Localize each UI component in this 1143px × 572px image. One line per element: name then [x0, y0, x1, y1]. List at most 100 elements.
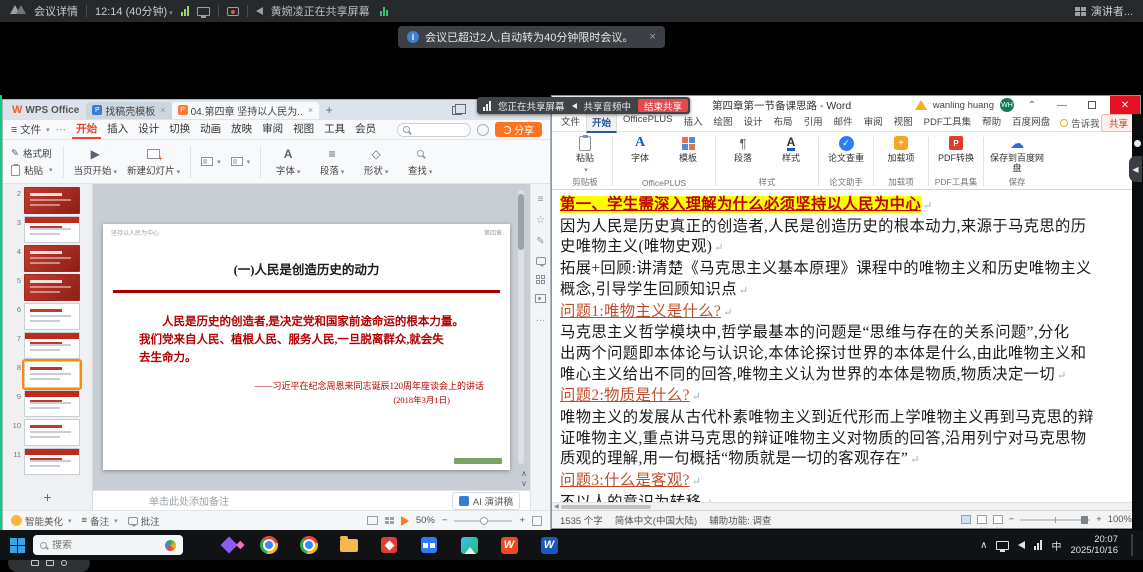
photos-icon[interactable] [455, 531, 483, 559]
volume-icon[interactable] [1018, 541, 1025, 549]
save-to-baidu-button[interactable]: ☁保存到百度网盘 [989, 134, 1045, 173]
wps-menu-item[interactable]: 放映 [227, 120, 256, 139]
wps-menu-item[interactable]: 审阅 [258, 120, 287, 139]
ai-sparkle-icon[interactable] [215, 531, 243, 559]
image-icon[interactable] [535, 294, 546, 303]
tab-close-icon[interactable]: × [160, 105, 165, 115]
zoom-slider[interactable] [1020, 519, 1090, 521]
layout-view-icon[interactable] [1075, 7, 1086, 16]
warning-icon[interactable] [915, 100, 927, 110]
wps-icon[interactable] [495, 531, 523, 559]
tab-close-icon[interactable]: × [308, 105, 313, 115]
slide-thumbnail[interactable]: 11 [5, 448, 90, 475]
wps-menu-item[interactable]: 工具 [320, 120, 349, 139]
account-name[interactable]: wanling huang [933, 100, 994, 111]
accessibility-status[interactable]: 辅助功能: 调查 [709, 513, 771, 527]
account-icon[interactable] [477, 124, 489, 136]
word-icon[interactable] [535, 531, 563, 559]
scroll-dot-icon[interactable] [1134, 140, 1141, 147]
format-painter-button[interactable]: ✎格式刷 [11, 146, 53, 160]
next-slide-button[interactable]: ∨ [521, 479, 527, 488]
word-ribbon-tab[interactable]: 设计 [739, 112, 768, 133]
slide-thumbnail[interactable]: 8 [5, 361, 90, 388]
fit-slide-icon[interactable] [532, 516, 542, 526]
view-mode-button[interactable]: 演讲者... [1091, 3, 1133, 19]
notes-toggle-button[interactable]: ≡ 备注▾ [82, 514, 118, 528]
slide-thumbnail[interactable]: 10 [5, 419, 90, 446]
font-button[interactable]: A字体▾ [271, 146, 305, 177]
search-highlights-icon[interactable] [165, 540, 176, 551]
word-ribbon-tab[interactable]: 视图 [889, 112, 918, 133]
addins-button[interactable]: +加载项 [879, 134, 923, 164]
scrollbar-thumb[interactable] [561, 505, 651, 509]
zoom-in-button[interactable]: + [1096, 514, 1102, 525]
input-method-indicator[interactable]: 中 [1051, 538, 1061, 553]
audio-sharing-label[interactable]: 共享音频中 [584, 99, 632, 113]
close-button[interactable]: ✕ [1110, 96, 1140, 114]
toast-close-icon[interactable]: × [649, 31, 655, 43]
horizontal-scrollbar[interactable]: ◀ [552, 502, 1140, 510]
slide-thumbnail[interactable]: 9 [5, 390, 90, 417]
wps-menu-item[interactable]: 切换 [165, 120, 194, 139]
avatar[interactable]: WH [1000, 98, 1014, 112]
chrome-icon-2[interactable] [295, 531, 323, 559]
network-signal-icon[interactable] [181, 6, 189, 16]
share-screen-icon[interactable] [197, 7, 210, 16]
chrome-icon[interactable] [255, 531, 283, 559]
wps-menu-item[interactable]: 设计 [134, 120, 163, 139]
zoom-level[interactable]: 100% [1108, 514, 1132, 525]
word-ribbon-tab[interactable]: 文件 [556, 112, 585, 133]
zoom-out-button[interactable]: − [442, 515, 448, 526]
slideshow-play-icon[interactable] [401, 516, 409, 526]
meeting-logo-icon[interactable] [10, 5, 26, 17]
slide-thumbnail[interactable]: 7 [5, 332, 90, 359]
word-ribbon-tab[interactable]: 引用 [799, 112, 828, 133]
edit-icon[interactable]: ✎ [536, 236, 544, 247]
word-ribbon-tab[interactable]: OfficePLUS [618, 112, 677, 133]
meeting-timer[interactable]: 12:14 (40分钟)▾ [95, 3, 173, 19]
scroll-left-icon[interactable]: ◀ [554, 503, 559, 510]
play-from-current-button[interactable]: ▶当页开始▾ [74, 146, 118, 177]
wps-menu-item[interactable]: 动画 [196, 120, 225, 139]
wps-doc-tab[interactable]: P 04.第四章 坚持以人民为.. × [172, 102, 320, 119]
comments-button[interactable]: 批注 [128, 514, 160, 528]
blue-app-icon[interactable] [415, 531, 443, 559]
plagiarism-check-button[interactable]: ✓论文查重 [824, 134, 868, 164]
normal-view-icon[interactable] [367, 516, 378, 525]
language-status[interactable]: 简体中文(中国大陆) [615, 513, 697, 527]
word-ribbon-tab[interactable]: 插入 [679, 112, 708, 133]
start-button[interactable] [10, 538, 25, 553]
new-slide-button[interactable]: 新建幻灯片▾ [127, 146, 180, 177]
screen-icon[interactable] [46, 560, 54, 566]
grid-view-icon[interactable] [385, 517, 394, 524]
print-layout-icon[interactable] [977, 515, 987, 524]
word-ribbon-tab[interactable]: 邮件 [829, 112, 858, 133]
restore-button[interactable] [1080, 96, 1104, 114]
paste-button[interactable]: 粘贴▾ [563, 134, 607, 174]
clock[interactable]: 20:07 2025/10/16 [1070, 534, 1118, 556]
ai-speech-notes-button[interactable]: AI 演讲稿 [452, 492, 520, 510]
word-share-button[interactable]: 共享 [1101, 114, 1136, 132]
layout-dropdown-button[interactable]: ▾ [201, 157, 221, 166]
slide[interactable]: 坚持以人民为中心 第四章 (一)人民是创造历史的动力 人民是历史的创造者,是决定… [103, 224, 510, 470]
wps-doc-tab[interactable]: P 找稿壳模板 × [86, 102, 171, 119]
word-ribbon-tab[interactable]: 布局 [769, 112, 798, 133]
show-desktop-button[interactable] [1131, 534, 1133, 556]
word-ribbon-tab[interactable]: 百度网盘 [1007, 112, 1055, 133]
canvas-scrollbar[interactable] [518, 190, 524, 464]
outline-pane-icon[interactable]: ≡ [538, 194, 544, 205]
template-button[interactable]: 模板 [666, 134, 710, 164]
read-mode-icon[interactable] [961, 515, 971, 524]
zoom-out-button[interactable]: − [1009, 514, 1015, 525]
stop-sharing-button[interactable]: 结束共享 [638, 99, 688, 112]
smart-beautify-button[interactable]: 智能美化▾ [11, 514, 72, 528]
web-layout-icon[interactable] [993, 515, 1003, 524]
wps-window-restore-icon[interactable] [452, 106, 462, 115]
word-ribbon-tab[interactable]: PDF工具集 [919, 112, 977, 133]
add-slide-button[interactable]: + [5, 487, 90, 507]
more-tools-icon[interactable]: … [536, 313, 546, 324]
taskbar-search-box[interactable] [33, 535, 183, 555]
red-app-icon[interactable] [375, 531, 403, 559]
word-count[interactable]: 1535 个字 [560, 513, 603, 527]
paragraph-button[interactable]: ≡段落▾ [315, 146, 349, 177]
